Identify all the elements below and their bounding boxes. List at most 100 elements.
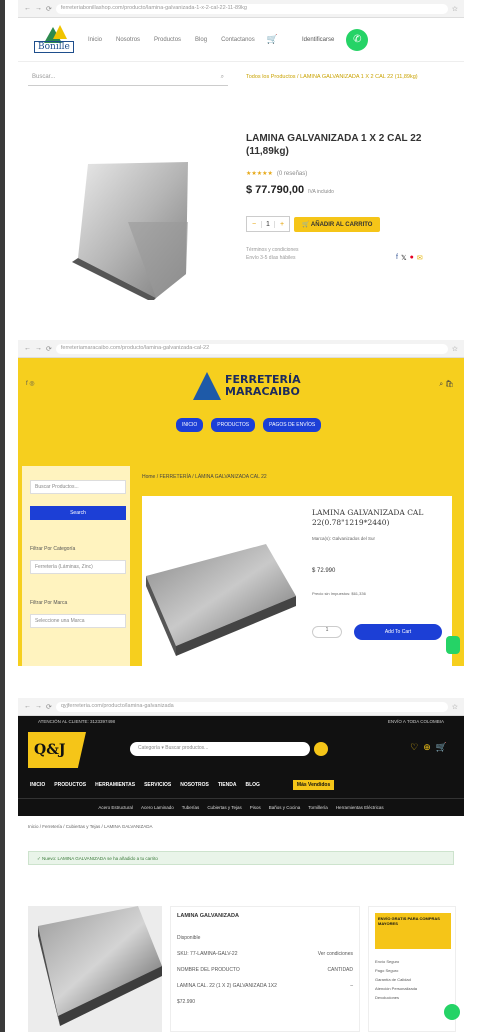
row-price: $72.990 bbox=[177, 999, 196, 1005]
account-link[interactable]: Identificarse bbox=[302, 37, 334, 43]
add-to-cart-button[interactable]: 🛒 AÑADIR AL CARRITO bbox=[294, 216, 381, 232]
browser-address-bar[interactable]: ← → ⟳ ferreteriabonillashop.com/producto… bbox=[18, 0, 464, 18]
category-item[interactable]: Tuberías bbox=[182, 805, 200, 810]
search-button[interactable]: Search bbox=[30, 506, 126, 520]
cart-notice: ✓ Nuevo: LAMINA GALVANIZADA se ha añadid… bbox=[28, 851, 454, 865]
menu-item-productos[interactable]: Productos bbox=[154, 37, 181, 43]
browser-address-bar[interactable]: ← → ⟳ qyjferreteria.com/producto/lamina-… bbox=[18, 698, 464, 716]
forward-icon[interactable]: → bbox=[35, 5, 42, 12]
reload-icon[interactable]: ⟳ bbox=[46, 703, 52, 711]
qty-value[interactable]: 1 bbox=[261, 220, 275, 228]
filter-category-select[interactable]: Ferretería (Láminas, Zinc) bbox=[30, 560, 126, 574]
cart-icon[interactable]: 🛒 bbox=[267, 34, 278, 45]
menu-item-productos[interactable]: PRODUCTOS bbox=[54, 782, 86, 788]
menu-item-nosotros[interactable]: Nosotros bbox=[116, 37, 140, 43]
breadcrumb[interactable]: Todos los Productos / LAMINA GALVANIZADA… bbox=[246, 74, 418, 80]
logo-text: FERRETERÍA MARACAIBO bbox=[225, 374, 301, 398]
pinterest-icon[interactable]: ● bbox=[410, 254, 414, 262]
back-icon[interactable]: ← bbox=[24, 345, 31, 352]
qty-plus-button[interactable]: + bbox=[275, 221, 289, 228]
screenshot-panel-bonilla: ← → ⟳ ferreteriabonillashop.com/producto… bbox=[18, 0, 464, 300]
benefits-list: Envío Seguro Pago Seguro Garantía de Cal… bbox=[375, 957, 449, 1002]
search-input[interactable]: Categoría ▾ Buscar productos... bbox=[130, 742, 310, 756]
category-item[interactable]: Baños y Cocina bbox=[269, 805, 301, 810]
search-category-select[interactable]: Categoría bbox=[138, 745, 160, 751]
forward-icon[interactable]: → bbox=[35, 703, 42, 710]
back-icon[interactable]: ← bbox=[24, 5, 31, 12]
reload-icon[interactable]: ⟳ bbox=[46, 5, 52, 13]
category-item[interactable]: Tornillería bbox=[308, 805, 328, 810]
menu-item-nosotros[interactable]: NOSOTROS bbox=[180, 782, 209, 788]
category-menu: Acero Estructural Acero Laminado Tubería… bbox=[18, 798, 464, 816]
sidebar-filters: Buscar Productos... Search Filtrar Por C… bbox=[22, 466, 130, 666]
top-bar: ATENCIÓN AL CLIENTE: 3123397498 ENVÍO A … bbox=[18, 716, 464, 728]
col-qty: CANTIDAD bbox=[327, 967, 353, 973]
header-icons[interactable]: ♡⊕🛒 bbox=[410, 742, 452, 753]
category-item[interactable]: Herramientas Eléctricas bbox=[336, 805, 384, 810]
whatsapp-icon[interactable] bbox=[446, 636, 460, 654]
shipping-banner[interactable]: ENVÍO GRATIS PARA COMPRAS MAYORES bbox=[375, 913, 451, 949]
menu-item-blog[interactable]: BLOG bbox=[245, 782, 259, 788]
site-logo[interactable]: FERRETERÍA MARACAIBO bbox=[193, 372, 301, 400]
category-item[interactable]: Acero Estructural bbox=[98, 805, 133, 810]
filter-brand-select[interactable]: Seleccione una Marca bbox=[30, 614, 126, 628]
search-icon[interactable]: ⌕ bbox=[221, 74, 224, 83]
site-logo[interactable]: Q&J bbox=[28, 732, 86, 768]
search-input[interactable]: Buscar... ⌕ bbox=[28, 72, 228, 86]
search-and-cart-icons[interactable]: ⌕ 🛍 bbox=[439, 380, 454, 389]
product-brand: Marca(s): Galvanizados del Sur bbox=[312, 536, 376, 541]
url-field[interactable]: ferreteriamaracaibo.com/producto/lamina-… bbox=[55, 343, 448, 354]
x-icon[interactable]: 𝕏 bbox=[401, 254, 407, 262]
breadcrumb[interactable]: Home / FERRETERÍA / LÁMINA GALVANIZADA C… bbox=[142, 474, 267, 480]
nav-button-pagos[interactable]: PAGOS DE ENVÍOS bbox=[263, 418, 322, 432]
add-to-cart-button[interactable]: Add To Cart bbox=[354, 624, 442, 640]
star-icon[interactable]: ☆ bbox=[452, 703, 458, 711]
menu-item-inicio[interactable]: Inicio bbox=[88, 37, 102, 43]
email-icon[interactable]: ✉ bbox=[417, 254, 423, 262]
conditions-link[interactable]: Ver condiciones bbox=[318, 951, 353, 957]
main-menu: Inicio Nosotros Productos Blog Contactan… bbox=[88, 37, 255, 43]
star-icon[interactable]: ☆ bbox=[452, 345, 458, 353]
menu-select[interactable]: Más Vendidos bbox=[292, 780, 335, 790]
nav-button-productos[interactable]: PRODUCTOS bbox=[211, 418, 256, 432]
browser-address-bar[interactable]: ← → ⟳ ferreteriamaracaibo.com/producto/l… bbox=[18, 340, 464, 358]
category-item[interactable]: Cubiertas y Tejas bbox=[207, 805, 241, 810]
product-info: LAMINA GALVANIZADA Disponible SKU: 77-LA… bbox=[170, 906, 360, 1032]
qty-select[interactable]: – bbox=[350, 983, 353, 989]
rating-count[interactable]: (0 reseñas) bbox=[277, 171, 307, 177]
reload-icon[interactable]: ⟳ bbox=[46, 345, 52, 353]
sku-label: SKU: 77-LAMINA-GALV-22 bbox=[177, 951, 238, 957]
url-field[interactable]: qyjferreteria.com/producto/lamina-galvan… bbox=[55, 701, 448, 712]
social-icons[interactable]: f ◎ bbox=[26, 380, 35, 387]
back-icon[interactable]: ← bbox=[24, 703, 31, 710]
product-section: Buscar... ⌕ Todos los Productos / LAMINA… bbox=[18, 62, 464, 300]
menu-item-contactanos[interactable]: Contactanos bbox=[221, 37, 255, 43]
whatsapp-icon[interactable]: ✆ bbox=[346, 28, 369, 51]
category-item[interactable]: Pisos bbox=[250, 805, 261, 810]
qty-minus-button[interactable]: − bbox=[247, 221, 261, 228]
menu-item-blog[interactable]: Blog bbox=[195, 37, 207, 43]
menu-item-servicios[interactable]: SERVICIOS bbox=[144, 782, 171, 788]
star-icon[interactable]: ☆ bbox=[452, 5, 458, 13]
share-icons[interactable]: f 𝕏 ● ✉ bbox=[396, 254, 423, 262]
product-price: $ 77.790,00 IVA incluido bbox=[246, 184, 334, 196]
price-note: IVA incluido bbox=[308, 189, 334, 195]
breadcrumb[interactable]: Inicio / Ferretería / Cubiertas y Tejas … bbox=[18, 816, 464, 837]
site-logo[interactable]: Bonille bbox=[28, 24, 76, 55]
menu-item-inicio[interactable]: INICIO bbox=[30, 782, 45, 788]
quantity-stepper[interactable]: 1 bbox=[312, 626, 342, 638]
quantity-stepper[interactable]: − 1 + bbox=[246, 216, 290, 232]
nav-button-inicio[interactable]: INICIO bbox=[176, 418, 204, 432]
menu-item-herramientas[interactable]: HERRAMIENTAS bbox=[95, 782, 135, 788]
sku-row: SKU: 77-LAMINA-GALV-22 Ver condiciones bbox=[177, 951, 353, 957]
menu-item-tienda[interactable]: TIENDA bbox=[218, 782, 237, 788]
url-field[interactable]: ferreteriabonillashop.com/producto/lamin… bbox=[55, 3, 448, 14]
screenshot-panel-qyj: ← → ⟳ qyjferreteria.com/producto/lamina-… bbox=[18, 698, 464, 1032]
meta-terms[interactable]: Términos y condiciones bbox=[246, 246, 299, 254]
category-item[interactable]: Acero Laminado bbox=[141, 805, 174, 810]
whatsapp-icon[interactable] bbox=[444, 1004, 460, 1020]
forward-icon[interactable]: → bbox=[35, 345, 42, 352]
facebook-icon[interactable]: f bbox=[396, 254, 398, 262]
search-button[interactable] bbox=[314, 742, 328, 756]
product-search-input[interactable]: Buscar Productos... bbox=[30, 480, 126, 494]
